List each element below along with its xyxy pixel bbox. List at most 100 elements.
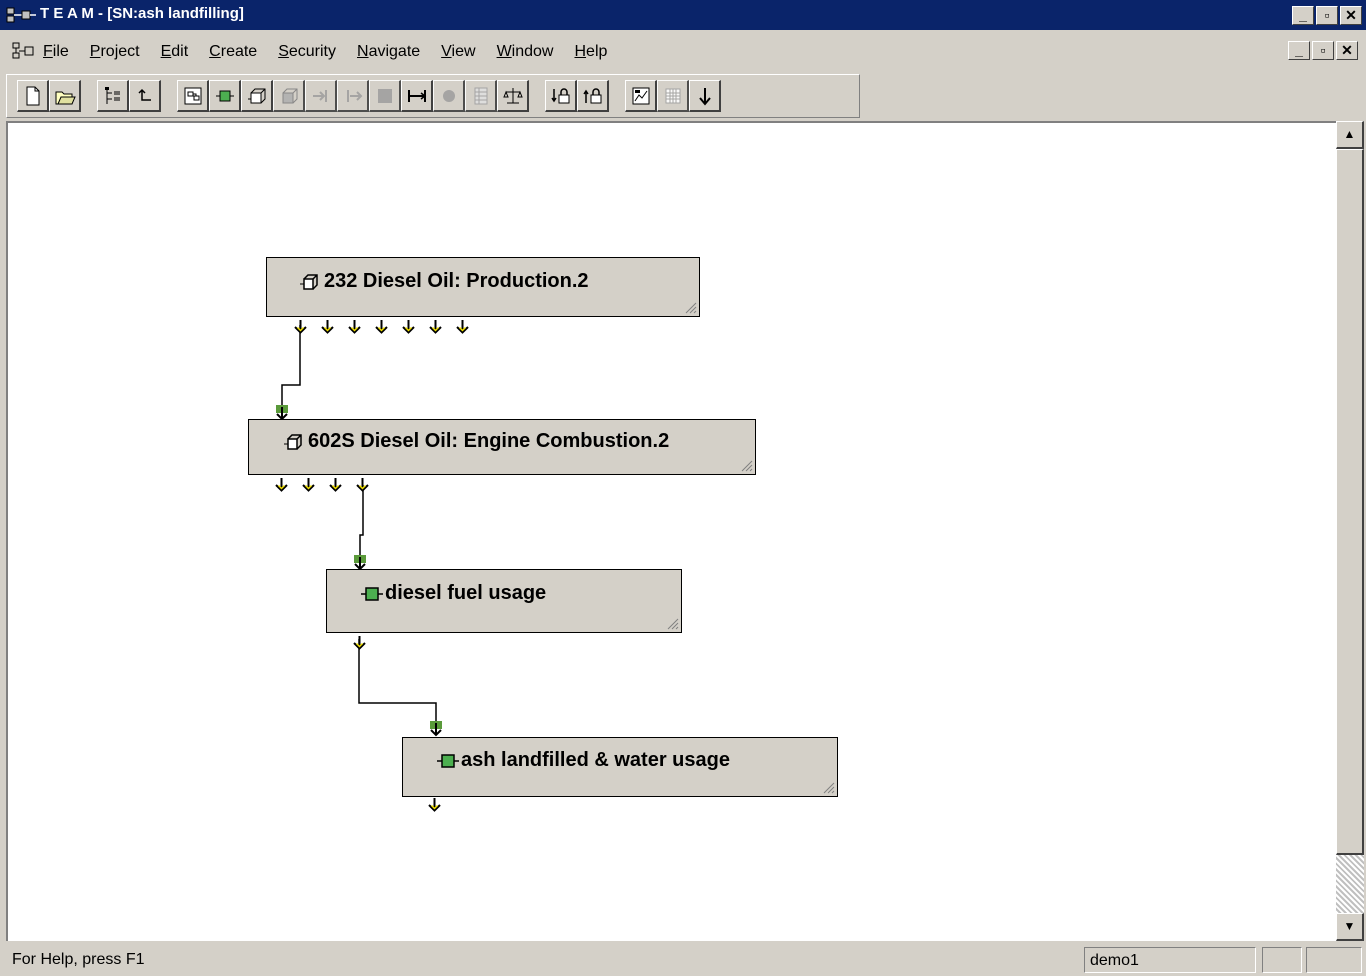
process-icon: [215, 90, 234, 101]
scroll-up-button[interactable]: ▲: [1336, 121, 1364, 149]
flow-connectors: [281, 325, 437, 727]
menu-project[interactable]: Project: [87, 42, 143, 62]
lock-down-icon: [550, 87, 569, 103]
menu-bar: File Project Edit Create Security Naviga…: [0, 33, 1366, 71]
status-pane-empty: [1262, 947, 1302, 973]
output-arrows: [293, 319, 470, 334]
output-arrow-icon[interactable]: [352, 635, 367, 650]
process-node[interactable]: 232 Diesel Oil: Production.2: [266, 257, 700, 317]
lock-up-button[interactable]: [577, 80, 609, 112]
diagram-canvas[interactable]: 232 Diesel Oil: Production.2 602S Diesel…: [6, 121, 1342, 941]
output-arrow-icon[interactable]: [274, 477, 289, 492]
toolbar: [6, 74, 860, 118]
resize-grip-icon[interactable]: [667, 618, 679, 630]
close-button[interactable]: ✕: [1340, 6, 1362, 25]
open-folder-icon: [55, 91, 76, 104]
output-arrow-icon[interactable]: [427, 797, 442, 812]
output-arrow-icon[interactable]: [328, 477, 343, 492]
team-app-icon[interactable]: [6, 6, 36, 24]
resize-grip-icon[interactable]: [823, 782, 835, 794]
module-view-button[interactable]: [177, 80, 209, 112]
triangle-up-icon: ▲: [1343, 127, 1356, 141]
input-flow-button[interactable]: [305, 80, 337, 112]
module-stack-icon: [300, 273, 318, 290]
output-arrow-icon[interactable]: [355, 477, 370, 492]
output-arrow-icon[interactable]: [428, 319, 443, 334]
menu-create[interactable]: Create: [206, 42, 260, 62]
menu-security[interactable]: Security: [275, 42, 339, 62]
node-label: 232 Diesel Oil: Production.2: [324, 270, 589, 292]
tree-view-icon: [104, 86, 120, 104]
process-node[interactable]: diesel fuel usage: [326, 569, 682, 633]
user-pane: demo1: [1084, 947, 1256, 973]
open-button[interactable]: [49, 80, 81, 112]
output-arrow-icon[interactable]: [301, 477, 316, 492]
output-arrow-icon[interactable]: [374, 319, 389, 334]
resize-grip-icon[interactable]: [685, 302, 697, 314]
scroll-track[interactable]: [1336, 855, 1364, 913]
input-arrow-icon[interactable]: [429, 721, 443, 737]
menu-help[interactable]: Help: [571, 42, 610, 62]
help-hint: For Help, press F1: [12, 951, 145, 968]
stop-icon: [377, 88, 392, 103]
lock-up-icon: [582, 87, 601, 103]
stacked-process-disabled-button[interactable]: [273, 80, 305, 112]
stacked-process-button[interactable]: [241, 80, 273, 112]
output-arrow-icon[interactable]: [347, 319, 362, 334]
output-arrow-icon[interactable]: [455, 319, 470, 334]
menu-edit[interactable]: Edit: [158, 42, 192, 62]
output-arrow-icon[interactable]: [293, 319, 308, 334]
doc-restore-button[interactable]: ▫: [1312, 41, 1334, 60]
title-bar: T E A M - [SN:ash landfilling] _ ▫ ✕: [0, 0, 1366, 30]
minimize-button[interactable]: _: [1292, 6, 1314, 25]
doc-close-button[interactable]: ✕: [1336, 41, 1358, 60]
doc-minimize-button[interactable]: _: [1288, 41, 1310, 60]
hexagon-button[interactable]: [433, 80, 465, 112]
download-button[interactable]: [689, 80, 721, 112]
output-arrows: [274, 477, 370, 492]
tree-view-button[interactable]: [97, 80, 129, 112]
stacked-process-icon: [247, 88, 265, 103]
output-arrows: [352, 635, 367, 650]
stop-button[interactable]: [369, 80, 401, 112]
process-node[interactable]: 602S Diesel Oil: Engine Combustion.2: [248, 419, 756, 475]
table-button[interactable]: [465, 80, 497, 112]
process-block-icon: [437, 753, 459, 768]
table-icon: [474, 87, 487, 104]
report-button[interactable]: [625, 80, 657, 112]
go-up-button[interactable]: [129, 80, 161, 112]
node-label: ash landfilled & water usage: [461, 749, 730, 771]
process-block-icon: [361, 586, 383, 601]
triangle-down-icon: ▼: [1343, 919, 1356, 933]
input-flow-icon: [312, 89, 327, 102]
process-button[interactable]: [209, 80, 241, 112]
hexagon-icon: [442, 89, 455, 102]
status-pane-empty: [1306, 947, 1362, 973]
menu-window[interactable]: Window: [494, 42, 557, 62]
down-arrow-icon: [698, 87, 711, 106]
output-flow-icon: [346, 89, 362, 102]
menu-file[interactable]: File: [40, 42, 72, 62]
menu-navigate[interactable]: Navigate: [354, 42, 423, 62]
balance-button[interactable]: [497, 80, 529, 112]
output-flow-button[interactable]: [337, 80, 369, 112]
stacked-process-disabled-icon: [282, 88, 297, 103]
scroll-thumb[interactable]: [1336, 149, 1364, 855]
current-user: demo1: [1090, 952, 1139, 969]
menu-view[interactable]: View: [438, 42, 478, 62]
vertical-scrollbar[interactable]: ▲ ▼: [1336, 121, 1364, 941]
document-system-menu-icon[interactable]: [12, 41, 36, 61]
grid-button[interactable]: [657, 80, 689, 112]
output-arrow-icon[interactable]: [320, 319, 335, 334]
lock-down-button[interactable]: [545, 80, 577, 112]
report-icon: [632, 87, 649, 104]
span-button[interactable]: [401, 80, 433, 112]
process-node[interactable]: ash landfilled & water usage: [402, 737, 838, 797]
new-document-icon: [26, 86, 39, 105]
restore-button[interactable]: ▫: [1316, 6, 1338, 25]
resize-grip-icon[interactable]: [741, 460, 753, 472]
new-button[interactable]: [17, 80, 49, 112]
output-arrow-icon[interactable]: [401, 319, 416, 334]
module-view-icon: [184, 87, 201, 104]
scroll-down-button[interactable]: ▼: [1336, 913, 1364, 941]
